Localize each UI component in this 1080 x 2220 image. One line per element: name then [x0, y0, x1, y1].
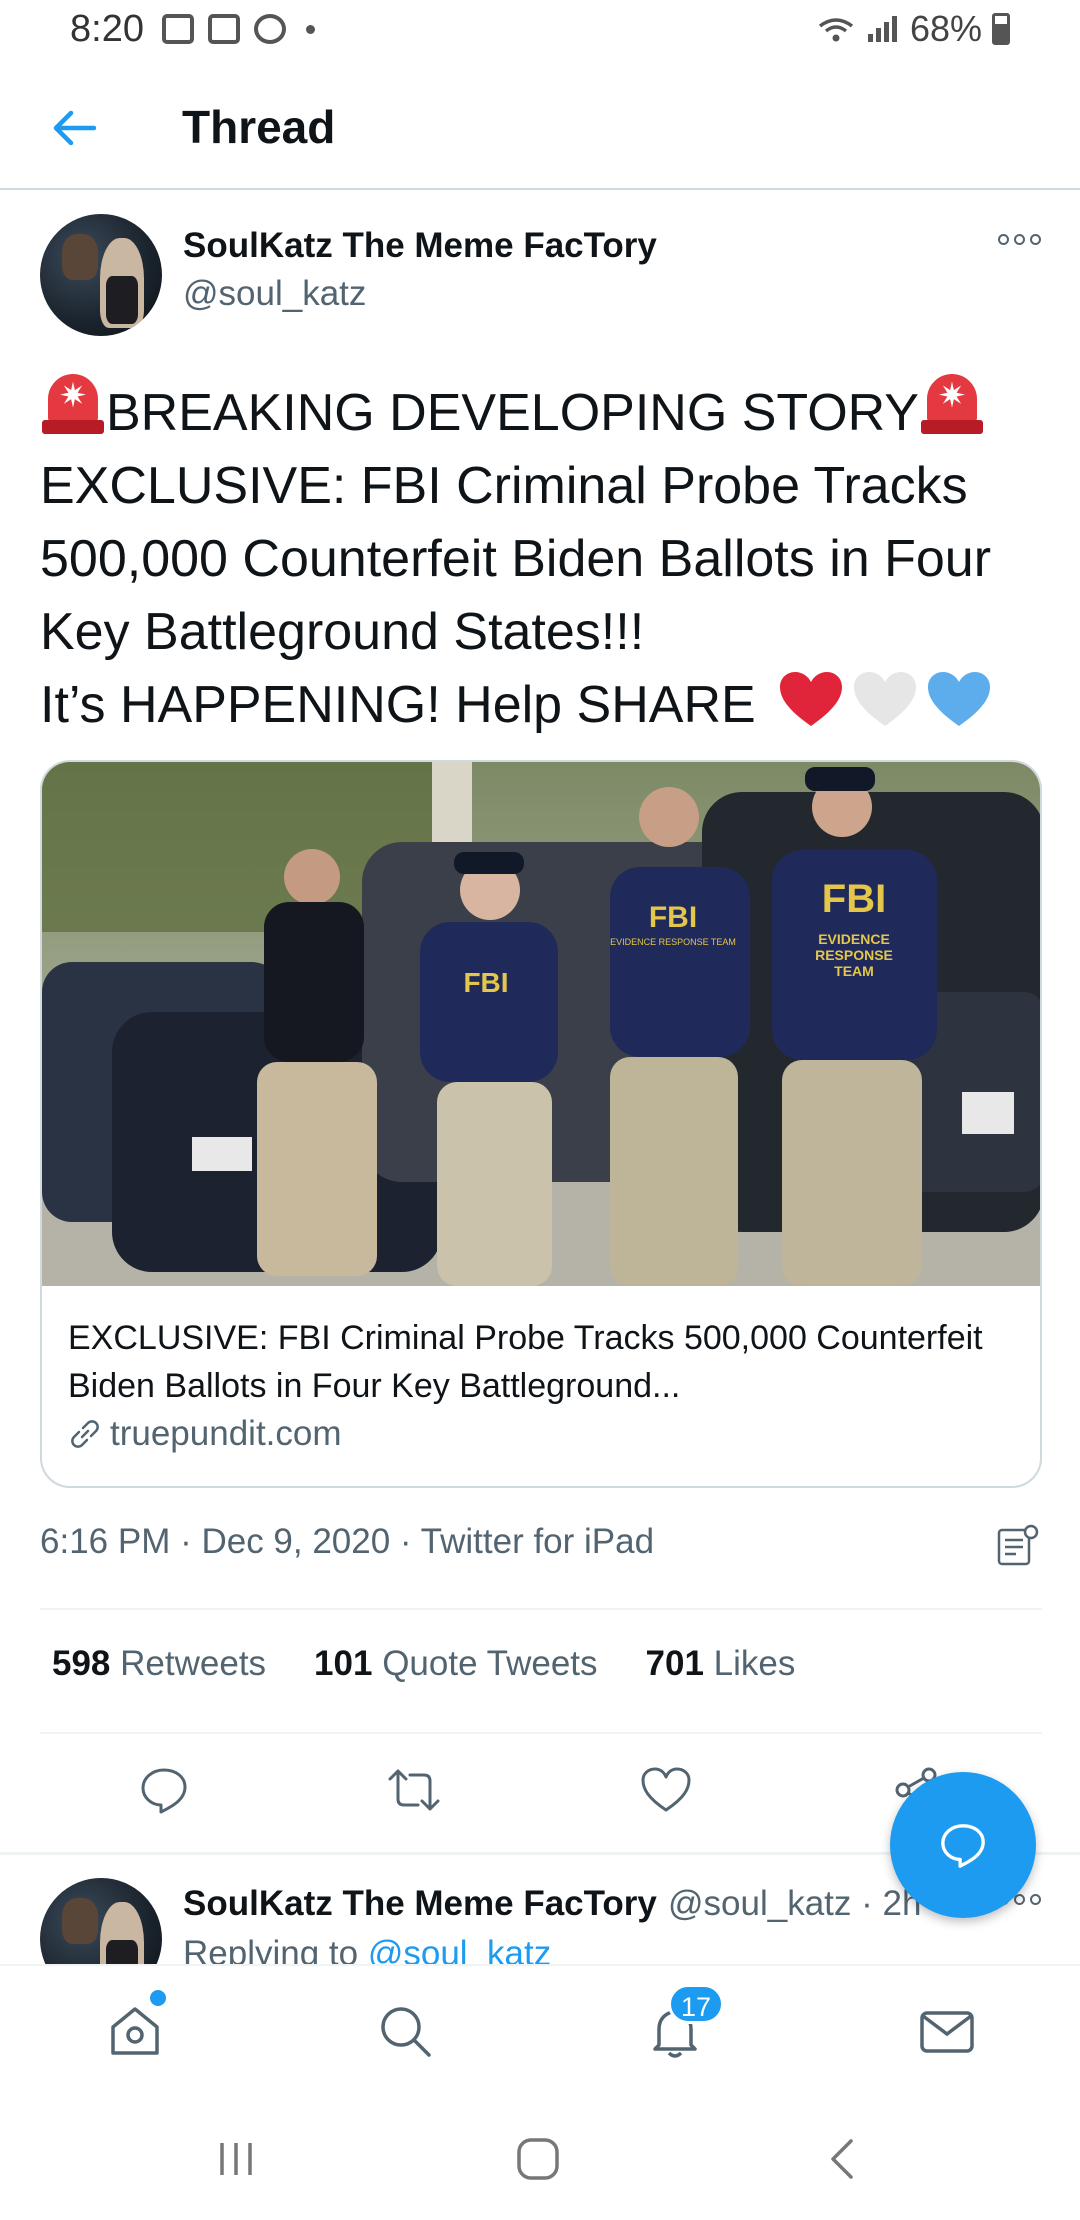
wifi-icon [818, 18, 853, 42]
red-heart-icon [780, 672, 843, 726]
like-button[interactable] [636, 1760, 696, 1820]
divider [40, 1608, 1042, 1610]
compose-reply-icon [941, 1824, 985, 1868]
image-shirt-text-2: FBI [649, 901, 697, 934]
recent-apps-icon [220, 2143, 252, 2175]
whatsapp-notification-icon [254, 14, 286, 44]
analytics-icon[interactable] [996, 1522, 1040, 1568]
author-avatar[interactable] [40, 214, 162, 336]
replying-to-line: Replying to @soul_katz [183, 1934, 551, 1966]
reply-author-name[interactable]: SoulKatz The Meme FacTory [183, 1884, 657, 1924]
back-button[interactable] [46, 100, 102, 156]
image-shirt-line-1: EVIDENCE [818, 931, 890, 947]
more-notifications-dot [306, 24, 315, 34]
gallery-notification-icon [208, 14, 240, 44]
link-card[interactable]: FBI FBI EVIDENCE RESPONSE TEAM FBI EVIDE… [40, 760, 1042, 1488]
status-time: 8:20 [70, 8, 144, 50]
image-shirt-line-2: RESPONSE [815, 947, 893, 963]
compose-reply-button[interactable] [890, 1772, 1036, 1918]
siren-emoji-icon: ✷ [919, 370, 985, 436]
home-unread-dot [150, 1990, 166, 2006]
reply-button[interactable] [134, 1760, 194, 1820]
card-title: EXCLUSIVE: FBI Criminal Probe Tracks 500… [68, 1319, 983, 1405]
white-heart-icon [854, 672, 917, 726]
page-title: Thread [182, 101, 336, 153]
siren-emoji-icon: ✷ [40, 370, 106, 436]
status-bar: 8:20 68% [0, 0, 1080, 64]
back-system-button[interactable] [812, 2134, 872, 2184]
mail-icon [920, 2011, 974, 2053]
bottom-navigation: 17 [0, 1964, 1080, 2098]
like-heart-icon [641, 1767, 691, 1812]
system-navigation-bar [0, 2098, 1080, 2220]
author-name[interactable]: SoulKatz The Meme FacTory [183, 226, 657, 266]
retweet-button[interactable] [384, 1760, 444, 1820]
battery-percent: 68% [909, 8, 982, 49]
tweet-line-4: Key Battleground States!!! [40, 603, 645, 661]
tweet-line-1: ✷ BREAKING DEVELOPING STORY ✷ [40, 370, 1050, 450]
card-image: FBI FBI EVIDENCE RESPONSE TEAM FBI EVIDE… [42, 762, 1040, 1286]
status-right: 68% [816, 8, 1010, 50]
author-handle[interactable]: @soul_katz [183, 274, 366, 314]
retweet-icon [388, 1769, 440, 1811]
message-notification-icon [162, 14, 194, 44]
tweet-line-2: EXCLUSIVE: FBI Criminal Probe Tracks [40, 457, 968, 515]
card-link[interactable]: truepundit.com [68, 1414, 342, 1454]
nav-search[interactable] [370, 1996, 440, 2066]
reply-author-handle[interactable]: @soul_katz · 2h [668, 1884, 921, 1924]
replying-to-mention[interactable]: @soul_katz [368, 1934, 551, 1966]
nav-home[interactable] [100, 1996, 170, 2066]
blue-heart-icon [928, 672, 991, 726]
image-shirt-line-3: TEAM [834, 963, 874, 979]
retweets-stat[interactable]: 598 Retweets [52, 1644, 266, 1684]
notification-icons [162, 14, 315, 44]
tweet-text: ✷ BREAKING DEVELOPING STORY ✷ EXCLUSIVE: F… [40, 370, 1050, 742]
top-app-bar: Thread [0, 64, 1080, 190]
home-icon [111, 2007, 159, 2055]
link-icon [71, 1420, 99, 1448]
signal-icon [867, 16, 897, 42]
nav-messages[interactable] [912, 1996, 982, 2066]
quote-tweets-stat[interactable]: 101 Quote Tweets [314, 1644, 597, 1684]
divider [40, 1732, 1042, 1734]
home-circle-icon [517, 2138, 559, 2180]
notifications-badge: 17 [668, 1984, 725, 2024]
tweet-stats: 598 Retweets 101 Quote Tweets 701 Likes [52, 1644, 795, 1684]
image-shirt-text-3: FBI [822, 877, 886, 921]
likes-stat[interactable]: 701 Likes [646, 1644, 796, 1684]
reply-icon [141, 1768, 187, 1814]
tweet-line-3: 500,000 Counterfeit Biden Ballots in Fou… [40, 530, 992, 588]
chevron-left-icon [831, 2139, 853, 2179]
tweet-line-5: It’s HAPPENING! Help SHARE [40, 669, 1050, 742]
image-shirt-subtext: EVIDENCE RESPONSE TEAM [610, 937, 736, 947]
recent-apps-button[interactable] [206, 2134, 266, 2184]
battery-icon [992, 13, 1010, 45]
tweet-more-button[interactable] [998, 234, 1041, 245]
card-domain: truepundit.com [110, 1414, 342, 1453]
search-icon [381, 2007, 431, 2057]
home-system-button[interactable] [508, 2134, 568, 2184]
back-arrow-icon [53, 110, 96, 146]
tweet-timestamp[interactable]: 6:16 PM · Dec 9, 2020 · Twitter for iPad [40, 1522, 654, 1562]
image-shirt-text-1: FBI [463, 967, 508, 998]
